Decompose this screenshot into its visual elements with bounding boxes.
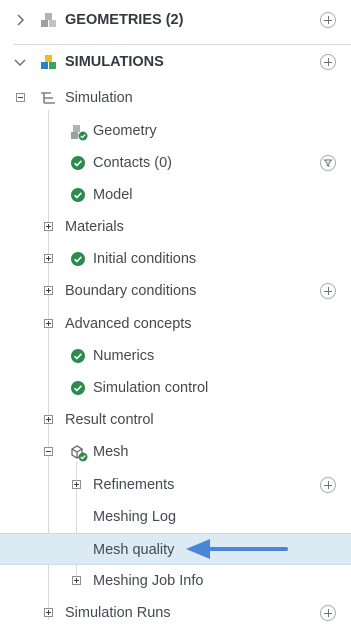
tree-item-label: Simulation Runs — [65, 605, 171, 621]
tree-item-materials[interactable]: Materials — [0, 211, 351, 243]
add-refinement-button[interactable] — [320, 477, 336, 493]
tree-item-refinements[interactable]: Refinements — [0, 469, 351, 501]
tree-item-label: Boundary conditions — [65, 283, 197, 299]
tree-item-label: Result control — [65, 412, 154, 428]
section-label: GEOMETRIES (2) — [65, 12, 184, 28]
tree-item-label: Geometry — [93, 123, 157, 139]
simulation-tree-icon — [40, 90, 56, 106]
tree-item-label: Initial conditions — [93, 251, 197, 267]
add-geometry-button[interactable] — [320, 12, 336, 28]
tree-guide-line — [14, 44, 351, 45]
check-circle-icon — [70, 380, 86, 396]
add-simulation-button[interactable] — [320, 54, 336, 70]
collapse-icon[interactable] — [44, 447, 53, 456]
tree-item-model[interactable]: Model — [0, 179, 351, 211]
check-circle-icon — [70, 251, 86, 267]
expand-icon[interactable] — [44, 286, 53, 295]
add-boundary-condition-button[interactable] — [320, 283, 336, 299]
chevron-right-icon[interactable] — [12, 4, 28, 36]
expand-icon[interactable] — [44, 319, 53, 328]
geometry-check-icon — [70, 123, 88, 141]
check-circle-icon — [70, 348, 86, 364]
tree-item-mesh-quality[interactable]: Mesh quality — [0, 533, 351, 565]
expand-icon[interactable] — [44, 254, 53, 263]
tree-item-boundary-conditions[interactable]: Boundary conditions — [0, 275, 351, 307]
tree-item-label: Contacts (0) — [93, 155, 172, 171]
tree-item-simulation-control[interactable]: Simulation control — [0, 372, 351, 404]
tree-item-label: Simulation — [65, 90, 133, 106]
expand-icon[interactable] — [44, 222, 53, 231]
tree-item-initial-conditions[interactable]: Initial conditions — [0, 243, 351, 275]
annotation-arrow-icon — [186, 539, 288, 559]
tree-item-simulation[interactable]: Simulation — [0, 82, 351, 114]
section-label: SIMULATIONS — [65, 54, 164, 70]
tree-item-geometry[interactable]: Geometry — [0, 115, 351, 147]
geometries-cubes-icon — [40, 12, 56, 28]
tree-item-meshing-job-info[interactable]: Meshing Job Info — [0, 565, 351, 597]
tree-item-label: Refinements — [93, 477, 175, 493]
tree-item-mesh[interactable]: Mesh — [0, 436, 351, 468]
chevron-down-icon[interactable] — [12, 46, 28, 78]
add-simulation-run-button[interactable] — [320, 605, 336, 621]
tree-item-label: Model — [93, 187, 133, 203]
expand-icon[interactable] — [44, 608, 53, 617]
tree-item-result-control[interactable]: Result control — [0, 404, 351, 436]
tree-item-label: Numerics — [93, 348, 155, 364]
tree-item-numerics[interactable]: Numerics — [0, 340, 351, 372]
tree-item-label: Mesh — [93, 444, 129, 460]
tree-item-meshing-log[interactable]: Meshing Log — [0, 501, 351, 533]
expand-icon[interactable] — [72, 480, 81, 489]
collapse-icon[interactable] — [16, 93, 25, 102]
tree-item-label: Meshing Job Info — [93, 573, 204, 589]
tree-item-label: Mesh quality — [93, 542, 175, 558]
check-circle-icon — [70, 155, 86, 171]
tree-item-label: Materials — [65, 219, 124, 235]
tree-item-label: Advanced concepts — [65, 316, 192, 332]
tree-section-simulations[interactable]: SIMULATIONS — [0, 46, 351, 78]
tree-section-geometries[interactable]: GEOMETRIES (2) — [0, 4, 351, 36]
check-circle-icon — [70, 187, 86, 203]
tree-item-contacts[interactable]: Contacts (0) — [0, 147, 351, 179]
filter-icon[interactable] — [320, 155, 336, 171]
tree-item-label: Simulation control — [93, 380, 209, 396]
simulations-cubes-icon — [40, 54, 56, 70]
expand-icon[interactable] — [72, 576, 81, 585]
tree-item-simulation-runs[interactable]: Simulation Runs — [0, 597, 351, 629]
tree-item-label: Meshing Log — [93, 509, 177, 525]
mesh-check-icon — [70, 444, 88, 462]
expand-icon[interactable] — [44, 415, 53, 424]
tree-item-advanced-concepts[interactable]: Advanced concepts — [0, 308, 351, 340]
